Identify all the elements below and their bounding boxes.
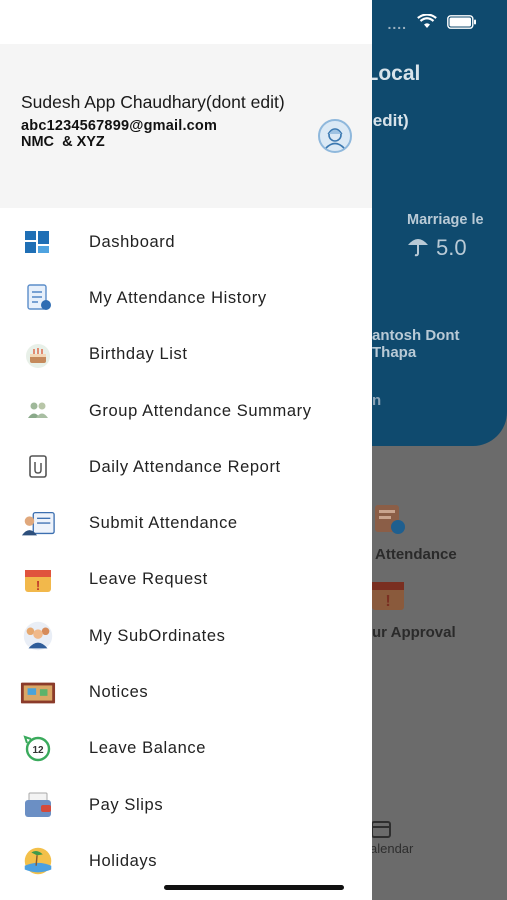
menu-item-label: My SubOrdinates bbox=[89, 626, 226, 645]
battery-icon bbox=[447, 14, 477, 34]
menu-item-label: Leave Balance bbox=[89, 739, 206, 758]
menu-item-label: Leave Request bbox=[89, 570, 208, 589]
menu-item-label: Holidays bbox=[89, 851, 158, 870]
menu-item-submit-attendance[interactable]: Submit Attendance bbox=[0, 495, 372, 551]
subordinates-icon bbox=[20, 621, 56, 651]
menu-item-label: Pay Slips bbox=[89, 795, 164, 814]
umbrella-icon bbox=[406, 233, 430, 262]
leave-calendar-icon: ! bbox=[20, 565, 56, 595]
report-document-icon bbox=[20, 452, 56, 482]
leave-balance-icon: 12 bbox=[20, 734, 56, 764]
menu-item-pay-slips[interactable]: Pay Slips bbox=[0, 777, 372, 833]
background-person-line1: antosh Dont bbox=[372, 327, 460, 344]
menu-item-label: Submit Attendance bbox=[89, 514, 238, 533]
background-nav-calendar: alendar bbox=[370, 841, 414, 856]
holiday-beach-icon bbox=[20, 846, 56, 876]
menu-item-label: Birthday List bbox=[89, 345, 188, 364]
attendance-card-icon bbox=[373, 502, 407, 541]
group-users-icon bbox=[20, 396, 56, 426]
wifi-icon bbox=[417, 13, 437, 34]
background-stat-value: 5.0 bbox=[436, 234, 467, 260]
menu-item-leave-request[interactable]: ! Leave Request bbox=[0, 552, 372, 608]
profile-email: abc1234567899@gmail.com bbox=[21, 118, 218, 134]
background-stat: 5.0 bbox=[406, 233, 467, 262]
submit-attendance-icon bbox=[20, 509, 56, 539]
background-stat-label: Marriage le bbox=[407, 212, 484, 228]
background-card2: ur Approval bbox=[372, 624, 456, 641]
home-indicator[interactable] bbox=[164, 885, 344, 890]
menu-item-group-attendance-summary[interactable]: Group Attendance Summary bbox=[0, 383, 372, 439]
navigation-drawer: Sudesh App Chaudhary(dont edit) abc12345… bbox=[0, 0, 372, 900]
profile-name: Sudesh App Chaudhary(dont edit) bbox=[21, 92, 285, 112]
profile-org: NMC & XYZ bbox=[21, 134, 105, 150]
svg-text:!: ! bbox=[385, 593, 390, 610]
menu-item-label: My Attendance History bbox=[89, 288, 267, 307]
svg-text:12: 12 bbox=[32, 745, 44, 756]
drawer-top-spacer bbox=[0, 0, 372, 44]
menu-item-leave-balance[interactable]: 12 Leave Balance bbox=[0, 721, 372, 777]
drawer-menu: Dashboard My Attendance History Birthday… bbox=[0, 214, 372, 890]
menu-item-label: Notices bbox=[89, 683, 149, 702]
dashboard-icon bbox=[20, 227, 56, 257]
menu-item-label: Dashboard bbox=[89, 232, 176, 251]
menu-item-label: Daily Attendance Report bbox=[89, 457, 281, 476]
status-bar: .... bbox=[387, 13, 477, 34]
wallet-icon bbox=[20, 790, 56, 820]
menu-item-subordinates[interactable]: My SubOrdinates bbox=[0, 608, 372, 664]
birthday-cake-icon bbox=[20, 340, 56, 370]
attendance-history-icon bbox=[20, 283, 56, 313]
approval-card-icon: ! bbox=[370, 578, 406, 617]
signal-icon: .... bbox=[387, 16, 407, 32]
menu-item-label: Group Attendance Summary bbox=[89, 401, 312, 420]
menu-item-birthday-list[interactable]: Birthday List bbox=[0, 327, 372, 383]
menu-item-dashboard[interactable]: Dashboard bbox=[0, 214, 372, 270]
background-fragment: n bbox=[372, 392, 382, 409]
menu-item-daily-attendance-report[interactable]: Daily Attendance Report bbox=[0, 439, 372, 495]
svg-text:!: ! bbox=[36, 578, 40, 593]
background-person-line2: Thapa bbox=[372, 344, 417, 361]
notice-board-icon bbox=[20, 678, 56, 708]
menu-item-holidays[interactable]: Holidays bbox=[0, 833, 372, 889]
menu-item-notices[interactable]: Notices bbox=[0, 664, 372, 720]
menu-item-attendance-history[interactable]: My Attendance History bbox=[0, 270, 372, 326]
avatar[interactable] bbox=[318, 119, 352, 153]
background-card1: Attendance bbox=[375, 546, 457, 563]
